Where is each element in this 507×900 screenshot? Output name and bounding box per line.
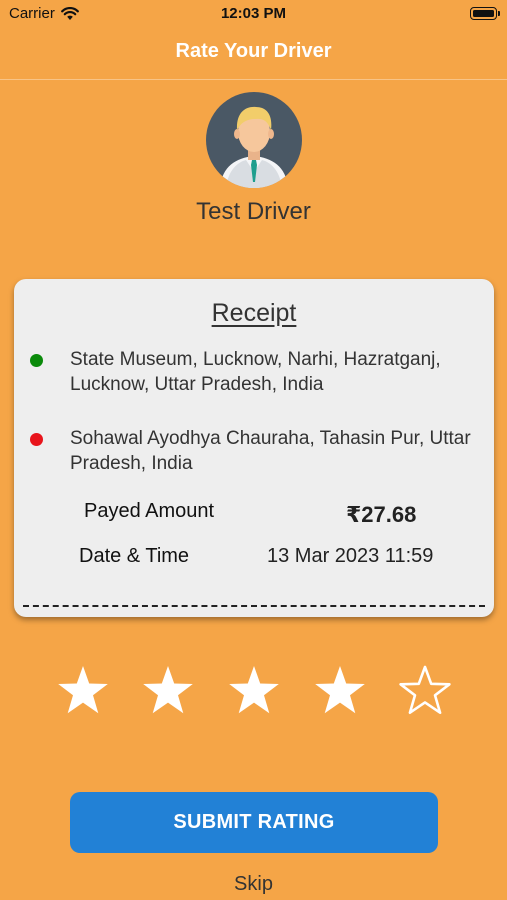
star-icon[interactable] (227, 664, 281, 718)
pickup-location: State Museum, Lucknow, Narhi, Hazratganj… (30, 347, 480, 397)
date-label: Date & Time (79, 545, 190, 567)
status-bar: Carrier 12:03 PM (0, 0, 507, 30)
star-icon[interactable] (141, 664, 195, 718)
date-value: 13 Mar 2023 11:59 (267, 545, 434, 567)
star-icon[interactable] (313, 664, 367, 718)
pickup-address: State Museum, Lucknow, Narhi, Hazratganj… (70, 349, 441, 395)
nav-divider (0, 79, 507, 80)
receipt-title: Receipt (211, 299, 297, 327)
receipt-card: Receipt State Museum, Lucknow, Narhi, Ha… (14, 279, 494, 617)
dropoff-dot-icon (30, 433, 43, 446)
page-title: Rate Your Driver (175, 40, 332, 62)
status-time: 12:03 PM (220, 5, 287, 22)
amount-value: ₹27.68 (346, 502, 417, 527)
receipt-divider (23, 605, 485, 607)
driver-avatar-icon (206, 92, 302, 188)
star-icon[interactable] (56, 664, 110, 718)
rating-stars (0, 664, 507, 720)
star-outline-icon[interactable] (398, 664, 452, 718)
battery-full-icon (470, 7, 500, 20)
skip-link[interactable]: Skip (0, 873, 507, 896)
amount-label: Payed Amount (84, 500, 215, 522)
dropoff-address: Sohawal Ayodhya Chauraha, Tahasin Pur, U… (70, 428, 471, 474)
pickup-dot-icon (30, 354, 43, 367)
driver-name: Test Driver (196, 198, 311, 225)
submit-rating-button[interactable]: SUBMIT RATING (70, 792, 438, 853)
dropoff-location: Sohawal Ayodhya Chauraha, Tahasin Pur, U… (30, 426, 480, 476)
